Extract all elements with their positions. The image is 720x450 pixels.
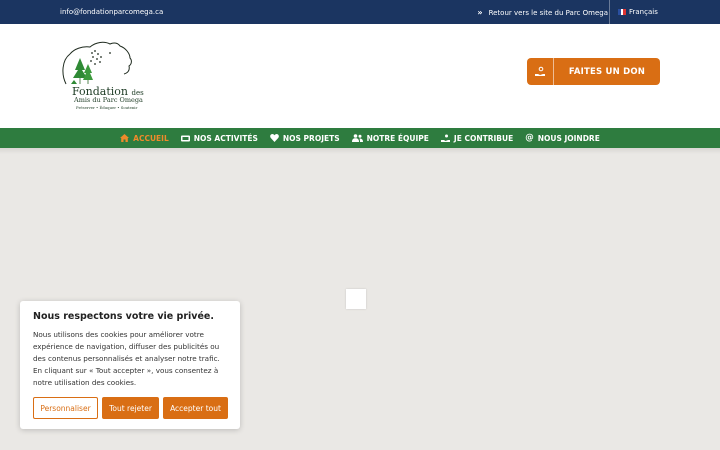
language-switcher[interactable]: Français [618, 8, 658, 16]
cookie-buttons: Personnaliser Tout rejeter Accepter tout [33, 397, 228, 419]
nav-label: NOS PROJETS [282, 133, 340, 143]
top-bar: info@fondationparcomega.ca » Retour vers… [0, 0, 720, 24]
nav-label: JE CONTRIBUE [453, 133, 514, 143]
email-link[interactable]: info@fondationparcomega.ca [60, 8, 163, 16]
hand-coin-icon [440, 134, 450, 142]
donate-button-label: FAITES UN DON [568, 66, 646, 77]
customize-button[interactable]: Personnaliser [33, 397, 98, 419]
parc-omega-link[interactable]: » Retour vers le site du Parc Omega [477, 8, 608, 17]
double-chevron-right-icon: » [477, 8, 483, 17]
french-flag-icon [618, 9, 627, 15]
map-tile-placeholder [346, 289, 366, 309]
nav-item-activites[interactable]: NOS ACTIVITÉS [180, 133, 258, 143]
ticket-icon [180, 135, 190, 141]
nav-label: NOS ACTIVITÉS [193, 133, 258, 143]
nav-item-contribue[interactable]: JE CONTRIBUE [440, 133, 514, 143]
at-icon: @ [525, 133, 534, 143]
nav-item-equipe[interactable]: NOTRE ÉQUIPE [351, 133, 429, 143]
hand-coin-icon [527, 58, 554, 85]
bear-tree-logo-icon [62, 41, 132, 85]
nav-label: ACCUEIL [133, 133, 169, 143]
main-nav: ACCUEIL NOS ACTIVITÉS NOS PROJETS NOTRE … [0, 128, 720, 148]
cookie-body: Nous utilisons des cookies pour améliore… [33, 330, 220, 387]
language-label: Français [629, 8, 658, 16]
donate-button[interactable]: FAITES UN DON [527, 58, 660, 85]
reject-all-button[interactable]: Tout rejeter [102, 397, 159, 419]
users-icon [351, 134, 363, 142]
nav-item-accueil[interactable]: ACCUEIL [120, 134, 169, 143]
topbar-divider [609, 0, 610, 24]
nav-item-projets[interactable]: NOS PROJETS [270, 134, 340, 143]
cookie-title: Nous respectons votre vie privée. [33, 311, 214, 322]
nav-shadow [0, 148, 720, 154]
logo-text-line2: Amis du Parc Omega [74, 96, 143, 104]
nav-item-joindre[interactable]: @ NOUS JOINDRE [525, 133, 600, 143]
parc-omega-link-label: Retour vers le site du Parc Omega [488, 8, 608, 17]
cookie-consent-banner: Nous respectons votre vie privée. Nous u… [20, 301, 240, 429]
nav-label: NOUS JOINDRE [537, 133, 600, 143]
heart-icon [270, 134, 279, 142]
accept-all-button[interactable]: Accepter tout [163, 397, 228, 419]
home-icon [120, 134, 130, 142]
logo-tagline: Préserver • Éduquer • Soutenir [76, 105, 138, 110]
site-logo[interactable]: Fondation des Amis du Parc Omega Préserv… [58, 40, 144, 114]
nav-label: NOTRE ÉQUIPE [366, 133, 429, 143]
